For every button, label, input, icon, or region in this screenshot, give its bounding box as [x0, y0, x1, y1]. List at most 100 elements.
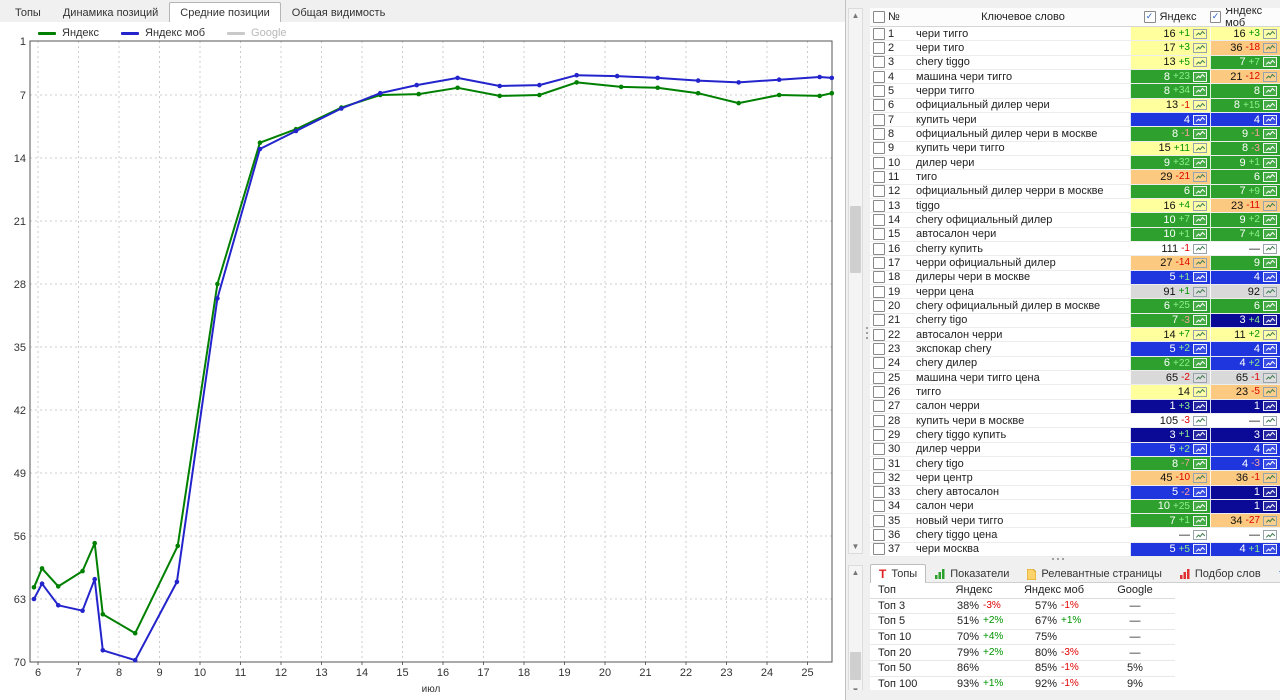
- position-history-chart-icon[interactable]: [1263, 515, 1277, 526]
- row-checkbox[interactable]: [873, 41, 885, 54]
- row-checkbox[interactable]: [873, 471, 885, 484]
- row-checkbox[interactable]: [873, 113, 885, 126]
- scroll-up-icon[interactable]: ▲: [849, 566, 862, 579]
- row-checkbox[interactable]: [873, 127, 885, 140]
- tab-average-positions[interactable]: Средние позиции: [169, 2, 281, 23]
- table-row[interactable]: 25 машина чери тигго цена 65 -2 65 -1: [870, 370, 1280, 386]
- row-checkbox[interactable]: [873, 99, 885, 112]
- row-checkbox[interactable]: [873, 56, 885, 69]
- position-history-chart-icon[interactable]: [1263, 415, 1277, 426]
- table-row[interactable]: 22 автосалон черри 14 +7 11 +2: [870, 327, 1280, 343]
- row-checkbox[interactable]: [873, 514, 885, 527]
- row-checkbox[interactable]: [873, 70, 885, 83]
- row-checkbox[interactable]: [873, 314, 885, 327]
- row-checkbox[interactable]: [873, 213, 885, 226]
- position-history-chart-icon[interactable]: [1193, 315, 1207, 326]
- position-history-chart-icon[interactable]: [1263, 315, 1277, 326]
- table-row[interactable]: 29 chery tiggo купить 3 +1 3: [870, 428, 1280, 443]
- position-history-chart-icon[interactable]: [1193, 114, 1207, 125]
- position-history-chart-icon[interactable]: [1263, 186, 1277, 197]
- position-history-chart-icon[interactable]: [1193, 85, 1207, 96]
- position-history-chart-icon[interactable]: [1193, 372, 1207, 383]
- position-history-chart-icon[interactable]: [1263, 272, 1277, 283]
- legend-item-яндекс-моб[interactable]: Яндекс моб: [121, 27, 205, 39]
- table-row[interactable]: 19 черри цена 91 +1 92: [870, 284, 1280, 300]
- scroll-up-icon[interactable]: ▲: [849, 9, 862, 22]
- table-row[interactable]: 10 дилер чери 9 +32 9 +1: [870, 155, 1280, 171]
- position-history-chart-icon[interactable]: [1193, 544, 1207, 555]
- select-all-checkbox[interactable]: [873, 11, 885, 23]
- table-row[interactable]: 18 дилеры чери в москве 5 +1 4: [870, 270, 1280, 285]
- bottom-tab-tops[interactable]: T Топы: [870, 564, 927, 583]
- row-checkbox[interactable]: [873, 500, 885, 513]
- table-row[interactable]: 35 новый чери тигго 7 +1 34 -27: [870, 514, 1280, 529]
- position-history-chart-icon[interactable]: [1193, 128, 1207, 139]
- row-checkbox[interactable]: [873, 371, 885, 384]
- tab-tops[interactable]: Топы: [4, 2, 52, 22]
- table-row[interactable]: 12 официальный дилер черри в москве 6 7 +9: [870, 184, 1280, 199]
- position-history-chart-icon[interactable]: [1263, 171, 1277, 182]
- row-checkbox[interactable]: [873, 199, 885, 212]
- position-history-chart-icon[interactable]: [1193, 472, 1207, 483]
- legend-item-яндекс[interactable]: Яндекс: [38, 27, 99, 39]
- bottom-tab-metrics[interactable]: Показатели: [926, 564, 1018, 582]
- position-history-chart-icon[interactable]: [1193, 429, 1207, 440]
- row-checkbox[interactable]: [873, 142, 885, 155]
- table-row[interactable]: 5 черри тигго 8 +34 8: [870, 84, 1280, 99]
- position-history-chart-icon[interactable]: [1193, 530, 1207, 541]
- position-history-chart-icon[interactable]: [1263, 214, 1277, 225]
- yandex-mob-column-header[interactable]: ✓ Яндекс моб: [1210, 8, 1280, 29]
- table-row[interactable]: 14 chery официальный дилер 10 +7 9 +2: [870, 213, 1280, 228]
- position-history-chart-icon[interactable]: [1193, 272, 1207, 283]
- position-history-chart-icon[interactable]: [1263, 530, 1277, 541]
- row-checkbox[interactable]: [873, 156, 885, 169]
- row-checkbox[interactable]: [873, 256, 885, 269]
- position-history-chart-icon[interactable]: [1193, 143, 1207, 154]
- table-row[interactable]: 3 chery tiggo 13 +5 7 +7: [870, 55, 1280, 70]
- table-row[interactable]: 26 тигго 14 23 -5: [870, 385, 1280, 400]
- position-history-chart-icon[interactable]: [1263, 358, 1277, 369]
- table-row[interactable]: 1 чери тигго 16 +1 16 +3: [870, 27, 1280, 42]
- row-checkbox[interactable]: [873, 486, 885, 499]
- position-history-chart-icon[interactable]: [1263, 401, 1277, 412]
- position-history-chart-icon[interactable]: [1263, 85, 1277, 96]
- row-checkbox[interactable]: [873, 242, 885, 255]
- position-history-chart-icon[interactable]: [1263, 71, 1277, 82]
- tab-dynamics[interactable]: Динамика позиций: [52, 2, 169, 22]
- position-history-chart-icon[interactable]: [1193, 515, 1207, 526]
- position-history-chart-icon[interactable]: [1263, 100, 1277, 111]
- table-row[interactable]: 2 чери тиго 17 +3 36 -18: [870, 41, 1280, 56]
- position-history-chart-icon[interactable]: [1193, 343, 1207, 354]
- position-history-chart-icon[interactable]: [1193, 458, 1207, 469]
- row-checkbox[interactable]: [873, 457, 885, 470]
- position-history-chart-icon[interactable]: [1263, 243, 1277, 254]
- position-history-chart-icon[interactable]: [1263, 472, 1277, 483]
- position-history-chart-icon[interactable]: [1263, 444, 1277, 455]
- position-history-chart-icon[interactable]: [1193, 200, 1207, 211]
- scrollbar-thumb[interactable]: [850, 652, 861, 680]
- position-history-chart-icon[interactable]: [1193, 300, 1207, 311]
- position-history-chart-icon[interactable]: [1263, 386, 1277, 397]
- yandex-checked-checkbox[interactable]: ✓: [1143, 11, 1156, 23]
- scrollbar-thumb[interactable]: [850, 206, 861, 273]
- position-history-chart-icon[interactable]: [1263, 229, 1277, 240]
- position-history-chart-icon[interactable]: [1263, 57, 1277, 68]
- row-checkbox[interactable]: [873, 170, 885, 183]
- position-history-chart-icon[interactable]: [1193, 171, 1207, 182]
- row-checkbox[interactable]: [873, 443, 885, 456]
- position-history-chart-icon[interactable]: [1193, 444, 1207, 455]
- table-row[interactable]: 4 машина чери тигго 8 +23 21 -12: [870, 69, 1280, 85]
- position-history-chart-icon[interactable]: [1193, 100, 1207, 111]
- table-row[interactable]: 37 чери москва 5 +5 4 +1: [870, 542, 1280, 557]
- row-checkbox[interactable]: [873, 271, 885, 284]
- position-history-chart-icon[interactable]: [1263, 487, 1277, 498]
- table-row[interactable]: 8 официальный дилер чери в москве 8 -1 9 -1: [870, 127, 1280, 142]
- position-history-chart-icon[interactable]: [1263, 157, 1277, 168]
- position-history-chart-icon[interactable]: [1263, 429, 1277, 440]
- keyword-table-scrollbar[interactable]: ▲ ▼: [848, 8, 863, 554]
- row-checkbox[interactable]: [873, 342, 885, 355]
- scroll-down-icon[interactable]: ▼: [849, 540, 862, 553]
- row-checkbox[interactable]: [873, 84, 885, 97]
- position-history-chart-icon[interactable]: [1263, 300, 1277, 311]
- keyword-column-header[interactable]: Ключевое слово: [912, 11, 1130, 23]
